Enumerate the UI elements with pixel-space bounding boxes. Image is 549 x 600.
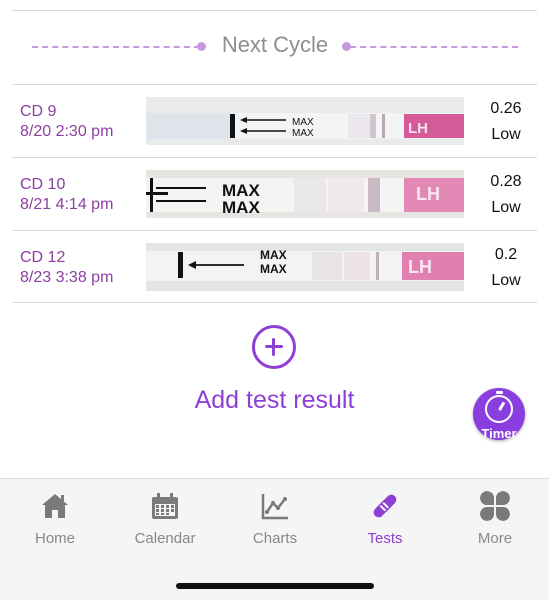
strip-text: LH xyxy=(416,184,440,204)
test-strip-photo[interactable]: MAX MAX LH xyxy=(146,97,464,145)
test-value: 0.28 xyxy=(490,173,522,190)
home-icon xyxy=(42,494,68,518)
strip-text: MAX xyxy=(292,128,314,139)
test-row-cd-9[interactable]: CD 9 8/20 2:30 pm MAX MAX LH 0.26 Low xyxy=(12,84,537,157)
tab-bar: Home Calendar Charts Tests More xyxy=(0,478,549,600)
dashed-line-left xyxy=(32,46,200,48)
strip-text: MAX xyxy=(292,117,314,128)
strip-text: MAX xyxy=(222,198,260,217)
strip-text: LH xyxy=(408,257,432,277)
cycle-day: CD 12 xyxy=(20,249,66,266)
tab-tests[interactable]: Tests xyxy=(330,491,440,551)
test-row-cd-12[interactable]: CD 12 8/23 3:38 pm MAX MAX LH 0.2 Low xyxy=(12,230,537,303)
test-strip-photo[interactable]: MAX MAX LH xyxy=(146,170,464,218)
tab-label: Calendar xyxy=(134,530,196,547)
timer-label: Timer xyxy=(481,426,517,441)
tab-label: More xyxy=(477,530,513,547)
chart-icon xyxy=(261,494,288,520)
calendar-icon xyxy=(152,493,178,519)
test-value: 0.26 xyxy=(490,100,522,117)
test-row-cd-10[interactable]: CD 10 8/21 4:14 pm MAX MAX LH 0.28 Low xyxy=(12,157,537,230)
tab-label: Charts xyxy=(252,530,298,547)
tab-label: Home xyxy=(34,530,75,547)
tab-label: Tests xyxy=(367,530,403,547)
test-strip-icon xyxy=(373,494,397,518)
home-indicator xyxy=(176,583,374,589)
plus-circle-icon[interactable] xyxy=(252,325,296,369)
test-list: CD 9 8/20 2:30 pm MAX MAX LH 0.26 Low CD… xyxy=(12,84,537,303)
tab-calendar[interactable]: Calendar xyxy=(110,491,220,551)
test-strip-photo[interactable]: MAX MAX LH xyxy=(146,243,464,291)
tab-more[interactable]: More xyxy=(440,491,549,551)
test-date: 8/20 2:30 pm xyxy=(20,123,114,140)
stopwatch-icon xyxy=(485,391,513,423)
test-value: 0.2 xyxy=(494,246,518,263)
test-level: Low xyxy=(491,272,521,289)
test-date: 8/21 4:14 pm xyxy=(20,196,114,213)
timer-button[interactable]: Timer xyxy=(473,388,525,441)
tab-home[interactable]: Home xyxy=(0,491,110,551)
strip-text: LH xyxy=(408,120,428,137)
cycle-title: Next Cycle xyxy=(221,32,329,57)
tab-charts[interactable]: Charts xyxy=(220,491,330,551)
grid-icon xyxy=(480,491,510,521)
cycle-header: Next Cycle xyxy=(0,28,549,64)
strip-text: MAX xyxy=(260,248,287,262)
dashed-line-right xyxy=(350,46,518,48)
add-test-result-button[interactable]: Add test result xyxy=(0,386,549,415)
test-date: 8/23 3:38 pm xyxy=(20,269,114,286)
test-level: Low xyxy=(491,126,521,143)
top-divider xyxy=(12,10,537,11)
test-level: Low xyxy=(491,199,521,216)
strip-text: MAX xyxy=(260,262,287,276)
cycle-day: CD 9 xyxy=(20,103,57,120)
cycle-day: CD 10 xyxy=(20,176,66,193)
